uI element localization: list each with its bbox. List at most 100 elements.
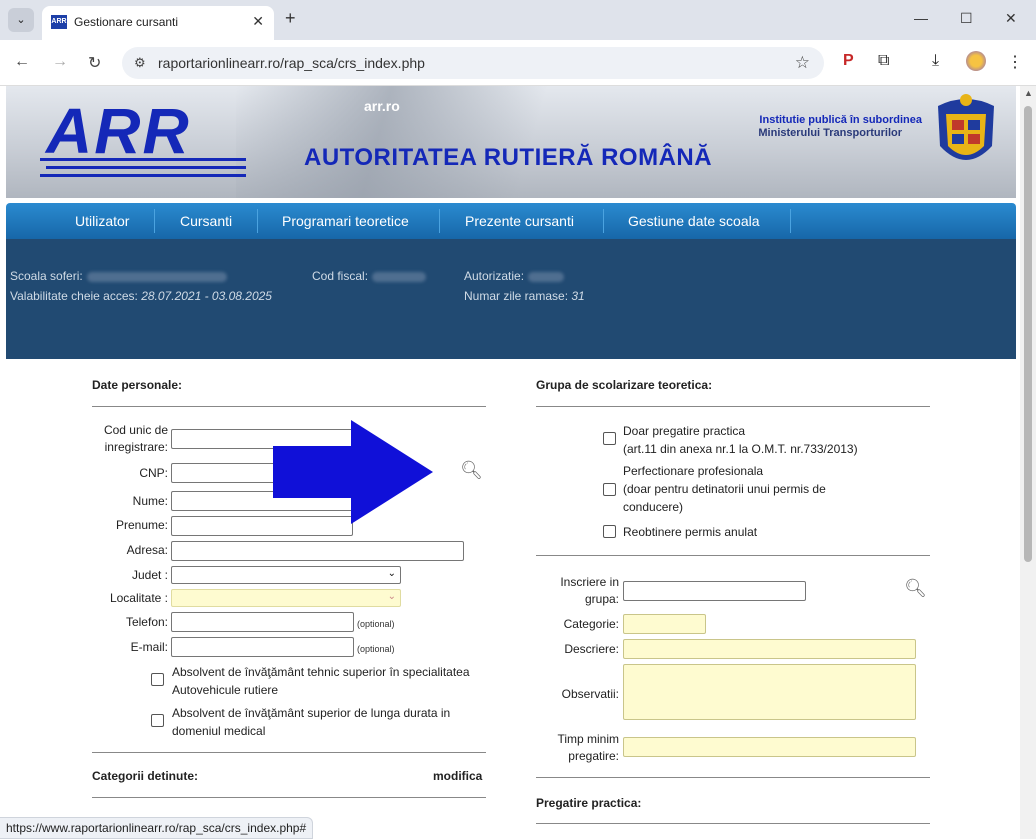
scrollbar-thumb[interactable] <box>1024 106 1032 562</box>
blue-arrow-annotation-icon <box>273 420 433 524</box>
menu-item-cursanti[interactable]: Cursanti <box>180 203 232 239</box>
technical-graduate-checkbox[interactable] <box>151 673 164 686</box>
redacted-value <box>372 271 427 282</box>
minimize-icon[interactable]: — <box>914 10 928 26</box>
menu-item-prezente-cursanti[interactable]: Prezente cursanti <box>465 203 574 239</box>
divider <box>536 406 930 407</box>
validity-row: Valabilitate cheie acces: 28.07.2021 - 0… <box>10 289 272 303</box>
observations-field <box>623 664 916 720</box>
medical-graduate-checkbox[interactable] <box>151 714 164 727</box>
school-name-row: Scoala soferi: <box>10 269 227 283</box>
technical-graduate-line1: Absolvent de învăţământ tehnic superior … <box>172 665 470 679</box>
validity-label: Valabilitate cheie acces: <box>10 289 138 303</box>
banner-decoration <box>236 86 596 198</box>
registration-code-label-line2: inregistrare: <box>104 440 168 454</box>
maximize-icon[interactable]: ☐ <box>960 10 973 27</box>
tab-search-button[interactable]: ⌄ <box>8 8 34 32</box>
new-tab-icon[interactable]: + <box>285 8 296 29</box>
reload-icon[interactable]: ↻ <box>88 53 101 73</box>
extensions-puzzle-icon[interactable]: ⧉ <box>878 52 889 70</box>
name-label: Nume: <box>132 494 168 508</box>
divider <box>92 797 486 798</box>
medical-graduate-line1: Absolvent de învăţământ superior de lung… <box>172 706 451 720</box>
forward-icon[interactable]: → <box>52 53 68 71</box>
url-field[interactable]: ⚙ raportarionlinearr.ro/rap_sca/crs_inde… <box>122 47 824 79</box>
student-form: Date personale: Cod unic de inregistrare… <box>6 366 1016 825</box>
min-training-time-label-line2: pregatire: <box>568 749 619 763</box>
site-info-icon[interactable]: ⚙ <box>134 55 146 71</box>
technical-graduate-text: Absolvent de învăţământ tehnic superior … <box>172 663 470 699</box>
menu-separator <box>603 209 604 233</box>
personal-data-title: Date personale: <box>92 378 183 392</box>
address-label: Adresa: <box>126 543 168 557</box>
favicon-icon: ARR <box>51 15 67 29</box>
practical-only-text: Doar pregatire practica (art.11 din anex… <box>623 422 858 458</box>
redacted-value <box>528 271 565 282</box>
enroll-group-label-line2: grupa: <box>584 592 619 606</box>
school-info-panel: Scoala soferi: Cod fiscal: Autorizatie: … <box>6 239 1016 359</box>
category-label: Categorie: <box>563 617 619 631</box>
main-menu: Utilizator Cursanti Programari teoretice… <box>6 203 1016 239</box>
menu-item-utilizator[interactable]: Utilizator <box>75 203 129 239</box>
bookmark-star-icon[interactable]: ☆ <box>795 53 810 73</box>
practical-only-checkbox[interactable] <box>603 432 616 445</box>
browser-tab[interactable]: ARR Gestionare cursanti ✕ <box>42 6 274 40</box>
min-training-time-label: Timp minim pregatire: <box>526 731 619 765</box>
divider <box>536 777 930 778</box>
close-window-icon[interactable]: ✕ <box>1005 10 1017 27</box>
redacted-value <box>86 271 227 282</box>
held-categories-title: Categorii detinute: <box>92 769 199 783</box>
modify-categories-link[interactable]: modifica <box>433 769 482 783</box>
days-value: 31 <box>571 289 585 303</box>
menu-separator <box>790 209 791 233</box>
enroll-group-label: Inscriere in grupa: <box>526 574 619 608</box>
auth-label: Autorizatie: <box>464 269 525 283</box>
divider <box>92 752 486 753</box>
chevron-down-icon: ⌄ <box>387 591 396 602</box>
arr-logo[interactable]: ARR <box>46 94 191 168</box>
professional-training-line2: (doar pentru detinatorii unui permis de <box>623 482 826 496</box>
profile-avatar[interactable] <box>966 51 986 71</box>
email-input[interactable] <box>171 637 354 657</box>
url-text: raportarionlinearr.ro/rap_sca/crs_index.… <box>158 55 425 71</box>
back-icon[interactable]: ← <box>14 53 30 71</box>
kebab-menu-icon[interactable]: ⋮ <box>1007 52 1023 72</box>
phone-input[interactable] <box>171 612 354 632</box>
chevron-down-icon: ⌄ <box>387 568 396 579</box>
cnp-label: CNP: <box>139 466 168 480</box>
license-reissue-checkbox[interactable] <box>603 525 616 538</box>
download-icon[interactable]: ⤓ <box>932 52 939 70</box>
county-label: Judet : <box>131 568 168 582</box>
divider <box>92 406 486 407</box>
county-select[interactable]: ⌄ <box>171 566 401 584</box>
search-group-icon[interactable]: 🔍︎ <box>904 578 927 599</box>
logo-underline <box>40 158 246 161</box>
category-field <box>623 614 706 634</box>
school-label: Scoala soferi: <box>10 269 83 283</box>
fiscal-code-row: Cod fiscal: <box>312 269 427 283</box>
locality-select[interactable]: ⌄ <box>171 589 401 607</box>
professional-training-line3: conducere) <box>623 500 684 514</box>
scroll-up-arrow-icon[interactable]: ▲ <box>1024 88 1033 98</box>
technical-graduate-line2: Autovehicule rutiere <box>172 683 279 697</box>
practical-training-title: Pregatire practica: <box>536 796 642 810</box>
menu-item-gestiune-date-scoala[interactable]: Gestiune date scoala <box>628 203 760 239</box>
search-cnp-icon[interactable]: 🔍︎ <box>460 460 483 481</box>
page-scrollbar[interactable]: ▲ <box>1020 86 1036 839</box>
status-bar-url: https://www.raportarionlinearr.ro/rap_sc… <box>0 817 314 839</box>
license-reissue-text: Reobtinere permis anulat <box>623 525 758 539</box>
locality-label: Localitate : <box>109 591 168 605</box>
extension-icon[interactable]: P <box>843 52 854 70</box>
professional-training-text: Perfectionare profesionala (doar pentru … <box>623 462 826 516</box>
professional-training-checkbox[interactable] <box>603 483 616 496</box>
address-input[interactable] <box>171 541 464 561</box>
description-field <box>623 639 916 659</box>
tab-title: Gestionare cursanti <box>74 15 179 29</box>
registration-code-label-line1: Cod unic de <box>103 423 168 437</box>
firstname-label: Prenume: <box>115 518 168 532</box>
enroll-group-input[interactable] <box>623 581 806 601</box>
romania-coat-of-arms-icon <box>938 94 994 160</box>
menu-item-programari-teoretice[interactable]: Programari teoretice <box>282 203 409 239</box>
close-tab-icon[interactable]: ✕ <box>252 13 264 30</box>
authorization-row: Autorizatie: <box>464 269 565 283</box>
